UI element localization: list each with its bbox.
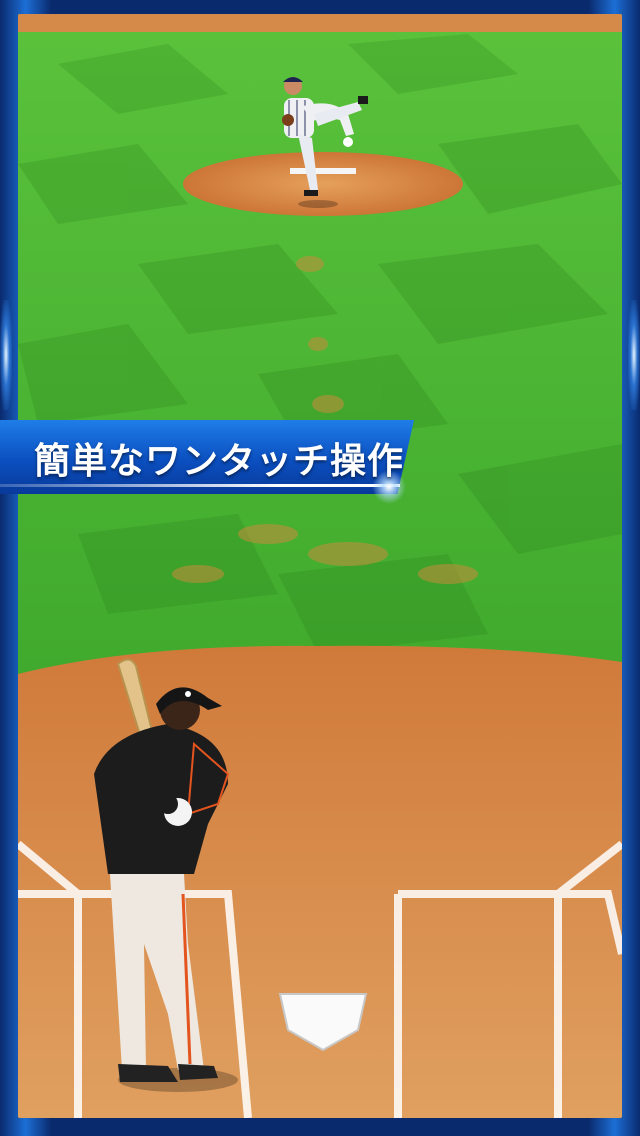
caption-text: 簡単なワンタッチ操作: [34, 441, 405, 482]
baseball-field: [18, 14, 622, 1118]
pitcher-rubber: [290, 168, 356, 174]
app-frame: 簡単なワンタッチ操作: [0, 0, 640, 1136]
game-field-view[interactable]: [18, 14, 622, 1118]
warning-track: [18, 14, 622, 32]
left-edge-glow: [0, 300, 12, 410]
caption-underline: [0, 484, 400, 487]
right-edge-glow: [628, 300, 640, 410]
